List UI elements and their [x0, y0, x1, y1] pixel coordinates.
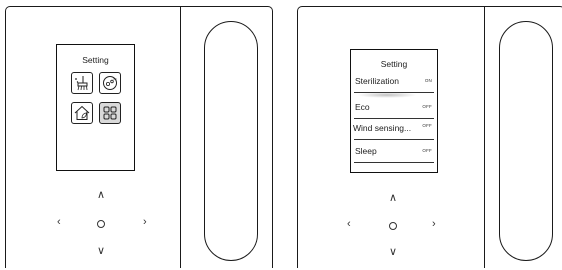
- left-device-side-slot: [204, 21, 258, 261]
- tile-ion[interactable]: [99, 72, 121, 94]
- screen-title: Setting: [82, 55, 109, 65]
- row-state: OFF: [422, 104, 432, 109]
- setting-row-sterilization[interactable]: Sterilization ON: [351, 72, 437, 98]
- nav-right-button[interactable]: ›: [143, 217, 147, 228]
- right-device-screen: Setting Sterilization ON Eco OFF Wind se…: [350, 49, 438, 173]
- setting-row-wind-sensing[interactable]: Wind sensing... OFF: [351, 119, 437, 140]
- nav-left-button[interactable]: ‹: [347, 219, 351, 230]
- nav-ok-button[interactable]: [97, 220, 105, 228]
- ion-icon: [103, 76, 117, 90]
- tile-sweep[interactable]: [71, 72, 93, 94]
- tile-home-leaf[interactable]: [71, 102, 93, 124]
- row-label: Eco: [355, 102, 370, 112]
- row-state: ON: [424, 78, 432, 83]
- left-device-screen: Setting: [56, 44, 135, 171]
- row-label: Sterilization: [355, 76, 399, 86]
- row-label: Sleep: [355, 146, 377, 156]
- row-state: OFF: [422, 123, 432, 128]
- nav-down-button[interactable]: ∨: [97, 246, 105, 257]
- screen-title: Setting: [380, 59, 408, 69]
- row-divider: [354, 139, 434, 140]
- nav-left-button[interactable]: ‹: [57, 217, 61, 228]
- home-leaf-icon: [74, 105, 90, 120]
- row-divider: [354, 162, 434, 163]
- sweep-icon: [75, 76, 88, 91]
- nav-down-button[interactable]: ∨: [389, 247, 397, 258]
- left-device-nav: ∧ ‹ › ∨: [53, 190, 151, 260]
- right-device-side-slot: [499, 21, 553, 261]
- row-state: OFF: [422, 148, 432, 153]
- tile-grid[interactable]: [99, 102, 121, 124]
- nav-ok-button[interactable]: [389, 222, 397, 230]
- nav-up-button[interactable]: ∧: [389, 193, 397, 204]
- right-device-nav: ∧ ‹ › ∨: [345, 193, 443, 263]
- setting-row-sleep[interactable]: Sleep OFF: [351, 142, 437, 163]
- left-device-panel: Setting ∧ ‹ › ∨: [5, 6, 273, 268]
- nav-up-button[interactable]: ∧: [97, 190, 105, 201]
- grid-icon: [103, 106, 117, 120]
- right-device-divider: [484, 7, 486, 268]
- left-device-divider: [180, 7, 182, 268]
- setting-row-eco[interactable]: Eco OFF: [351, 98, 437, 119]
- right-device-panel: Setting Sterilization ON Eco OFF Wind se…: [297, 6, 562, 268]
- nav-right-button[interactable]: ›: [432, 219, 436, 230]
- row-label: Wind sensing...: [353, 123, 412, 133]
